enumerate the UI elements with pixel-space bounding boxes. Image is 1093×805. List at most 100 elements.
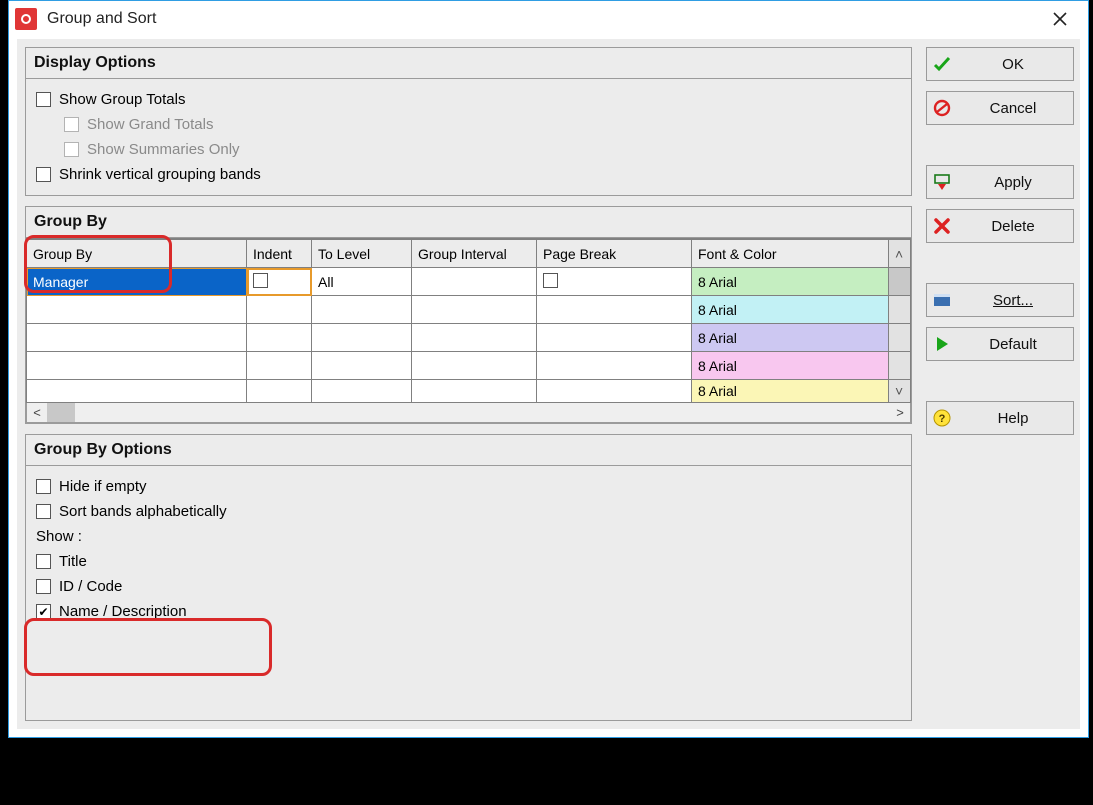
- show-group-totals-row[interactable]: Show Group Totals: [36, 87, 901, 112]
- group-by-hscroll[interactable]: < >: [26, 403, 911, 423]
- show-title-row[interactable]: Title: [36, 549, 901, 574]
- window-close-button[interactable]: [1040, 5, 1080, 33]
- display-options-title: Display Options: [26, 48, 911, 79]
- cell-to-level[interactable]: [312, 296, 412, 324]
- table-row[interactable]: 8 Arial: [27, 324, 911, 352]
- cell-indent[interactable]: [247, 324, 312, 352]
- cell-group-by[interactable]: [27, 380, 247, 403]
- show-name-desc-row[interactable]: Name / Description: [36, 599, 901, 624]
- cell-font-color[interactable]: 8 Arial: [692, 268, 889, 296]
- hscroll-track[interactable]: [47, 403, 890, 422]
- show-title-label: Title: [59, 553, 87, 570]
- apply-icon: [933, 173, 955, 191]
- cell-group-interval[interactable]: [412, 380, 537, 403]
- sort-alpha-row[interactable]: Sort bands alphabetically: [36, 499, 901, 524]
- client-area: Display Options Show Group Totals Show G…: [17, 39, 1080, 729]
- show-group-totals-label: Show Group Totals: [59, 91, 185, 108]
- cell-font-color[interactable]: 8 Arial: [692, 296, 889, 324]
- table-row[interactable]: 8 Arial ˅: [27, 380, 911, 403]
- cell-to-level[interactable]: All: [312, 268, 412, 296]
- cell-to-level[interactable]: [312, 352, 412, 380]
- page-break-checkbox[interactable]: [543, 273, 558, 288]
- help-button[interactable]: ? Help: [926, 401, 1074, 435]
- cell-group-by[interactable]: [27, 352, 247, 380]
- cell-page-break[interactable]: [537, 324, 692, 352]
- show-group-totals-checkbox[interactable]: [36, 92, 51, 107]
- sort-alpha-checkbox[interactable]: [36, 504, 51, 519]
- show-grand-totals-row: Show Grand Totals: [36, 112, 901, 137]
- show-name-desc-checkbox[interactable]: [36, 604, 51, 619]
- cell-font-color[interactable]: 8 Arial: [692, 352, 889, 380]
- group-by-table[interactable]: Group By Indent To Level Group Interval …: [26, 239, 911, 403]
- hscroll-right[interactable]: >: [890, 403, 910, 422]
- sort-button[interactable]: Sort...: [926, 283, 1074, 317]
- group-by-title: Group By: [26, 207, 911, 238]
- hide-if-empty-checkbox[interactable]: [36, 479, 51, 494]
- col-page-break[interactable]: Page Break: [537, 240, 692, 268]
- cell-font-color[interactable]: 8 Arial: [692, 380, 889, 403]
- cell-to-level[interactable]: [312, 324, 412, 352]
- default-button[interactable]: Default: [926, 327, 1074, 361]
- ok-button[interactable]: OK: [926, 47, 1074, 81]
- cell-page-break[interactable]: [537, 268, 692, 296]
- cell-group-interval[interactable]: [412, 324, 537, 352]
- hscroll-left[interactable]: <: [27, 403, 47, 422]
- delete-button[interactable]: Delete: [926, 209, 1074, 243]
- sort-alpha-label: Sort bands alphabetically: [59, 503, 227, 520]
- cancel-button[interactable]: Cancel: [926, 91, 1074, 125]
- cancel-label: Cancel: [959, 100, 1067, 117]
- cell-group-interval[interactable]: [412, 268, 537, 296]
- show-summaries-only-row: Show Summaries Only: [36, 137, 901, 162]
- help-icon: ?: [933, 409, 955, 427]
- cell-font-color[interactable]: 8 Arial: [692, 324, 889, 352]
- cell-group-interval[interactable]: [412, 296, 537, 324]
- col-to-level[interactable]: To Level: [312, 240, 412, 268]
- cell-page-break[interactable]: [537, 352, 692, 380]
- col-font-color[interactable]: Font & Color: [692, 240, 889, 268]
- cell-group-by[interactable]: [27, 296, 247, 324]
- col-group-by[interactable]: Group By: [27, 240, 247, 268]
- col-indent[interactable]: Indent: [247, 240, 312, 268]
- cell-indent[interactable]: [247, 380, 312, 403]
- group-and-sort-dialog: Group and Sort Display Options Show Grou…: [8, 0, 1089, 738]
- cell-indent[interactable]: [247, 352, 312, 380]
- vscroll-track[interactable]: [889, 296, 911, 324]
- play-icon: [933, 335, 955, 353]
- apply-label: Apply: [959, 174, 1067, 191]
- cell-indent[interactable]: [247, 268, 312, 296]
- shrink-bands-row[interactable]: Shrink vertical grouping bands: [36, 162, 901, 187]
- cell-page-break[interactable]: [537, 296, 692, 324]
- cell-to-level[interactable]: [312, 380, 412, 403]
- show-id-code-row[interactable]: ID / Code: [36, 574, 901, 599]
- show-title-checkbox[interactable]: [36, 554, 51, 569]
- indent-checkbox[interactable]: [253, 273, 268, 288]
- window-title: Group and Sort: [47, 10, 156, 28]
- vscroll-track[interactable]: [889, 324, 911, 352]
- hscroll-thumb[interactable]: [47, 403, 75, 422]
- cell-group-interval[interactable]: [412, 352, 537, 380]
- delete-icon: [933, 217, 955, 235]
- vscroll-up[interactable]: ˄: [889, 240, 911, 268]
- table-row[interactable]: 8 Arial: [27, 352, 911, 380]
- table-row[interactable]: Manager All 8 Arial: [27, 268, 911, 296]
- vscroll-down[interactable]: ˅: [889, 380, 911, 403]
- vscroll-thumb[interactable]: [889, 268, 911, 296]
- side-button-column: OK Cancel Apply: [920, 39, 1080, 729]
- shrink-bands-checkbox[interactable]: [36, 167, 51, 182]
- shrink-bands-label: Shrink vertical grouping bands: [59, 166, 261, 183]
- group-by-options-title: Group By Options: [26, 435, 911, 466]
- col-group-interval[interactable]: Group Interval: [412, 240, 537, 268]
- show-id-code-checkbox[interactable]: [36, 579, 51, 594]
- cell-group-by[interactable]: Manager: [27, 268, 247, 296]
- table-row[interactable]: 8 Arial: [27, 296, 911, 324]
- sort-icon: [933, 291, 955, 309]
- cell-page-break[interactable]: [537, 380, 692, 403]
- checkmark-icon: [933, 55, 955, 73]
- svg-text:?: ?: [939, 413, 946, 425]
- show-summaries-only-label: Show Summaries Only: [87, 141, 240, 158]
- cell-group-by[interactable]: [27, 324, 247, 352]
- apply-button[interactable]: Apply: [926, 165, 1074, 199]
- vscroll-track[interactable]: [889, 352, 911, 380]
- cell-indent[interactable]: [247, 296, 312, 324]
- hide-if-empty-row[interactable]: Hide if empty: [36, 474, 901, 499]
